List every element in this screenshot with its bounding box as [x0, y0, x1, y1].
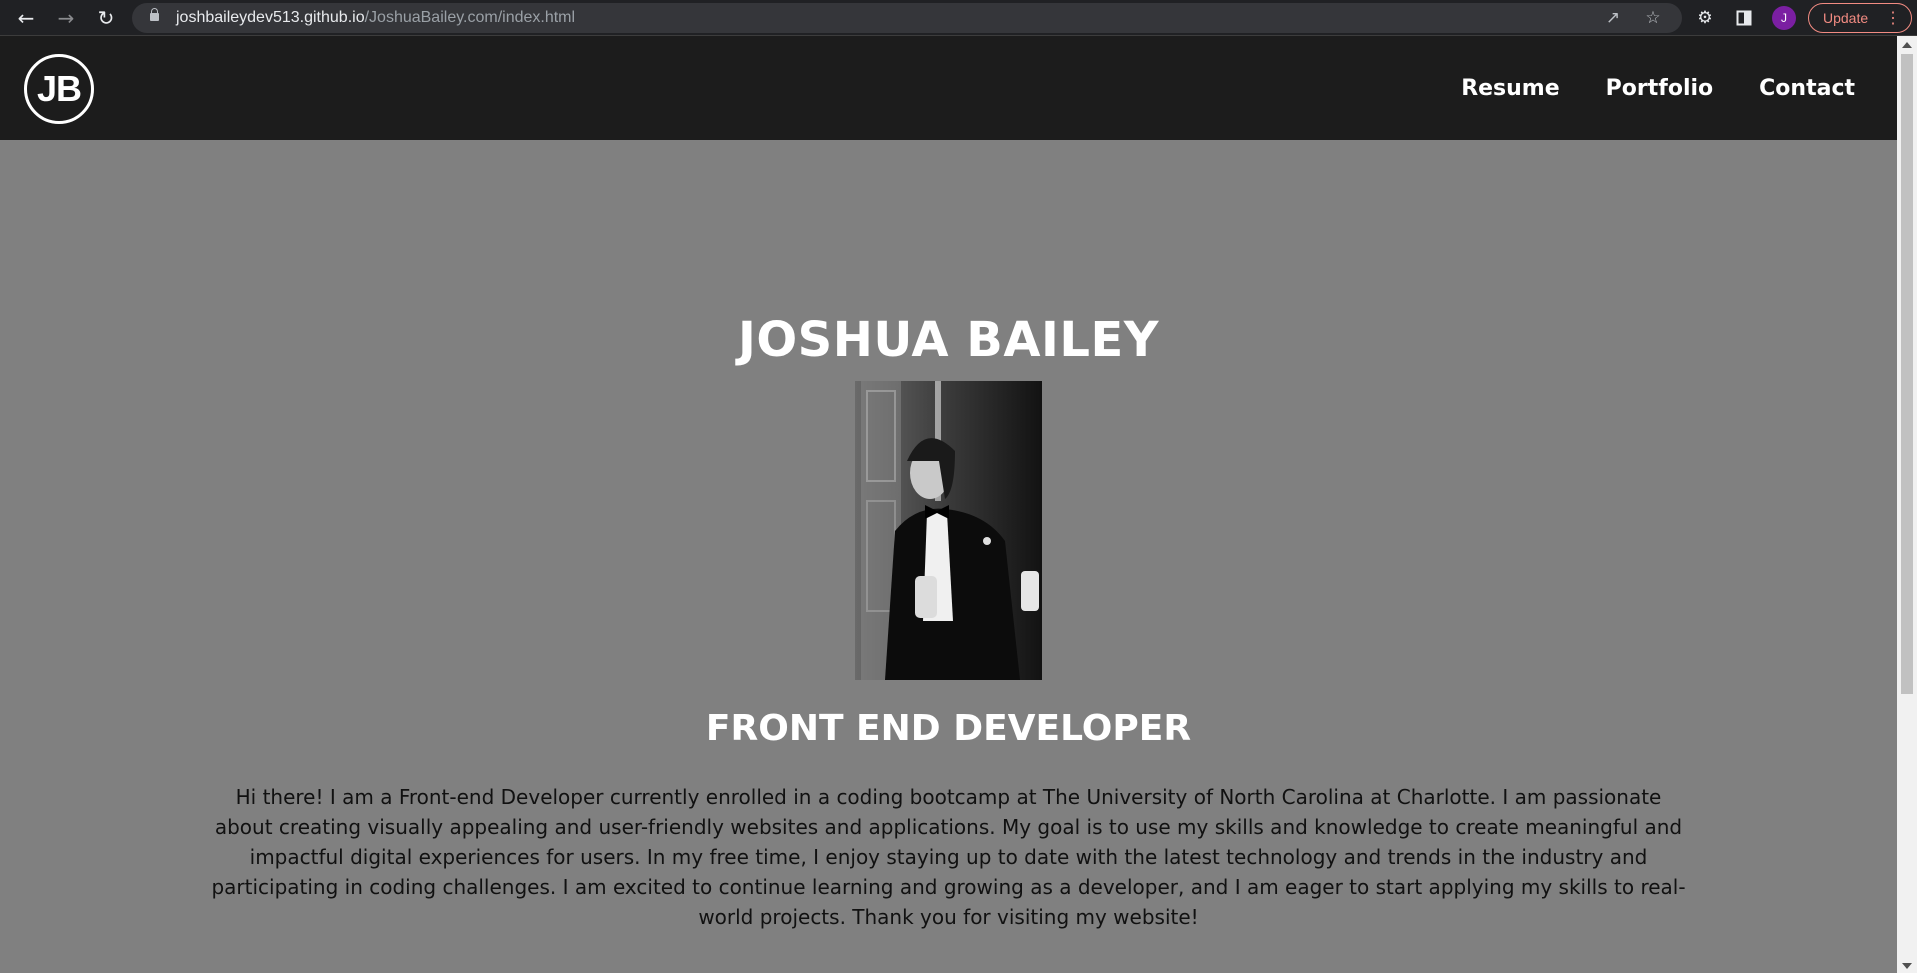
site-header: JB Resume Portfolio Contact: [0, 36, 1897, 140]
share-icon[interactable]: ↗: [1602, 7, 1624, 29]
scroll-down-arrow-icon[interactable]: [1902, 963, 1912, 969]
update-button-label: Update: [1823, 10, 1869, 26]
profile-photo: [855, 381, 1042, 680]
url-path: /JoshuaBailey.com/index.html: [364, 9, 576, 26]
page-scrollbar[interactable]: [1897, 36, 1917, 973]
profile-avatar[interactable]: J: [1772, 6, 1796, 30]
hero-section: JOSHUA BAILEY FRONT END DEVELOPER Hi the…: [0, 140, 1897, 973]
browser-toolbar: ← → ↻ joshbaileydev513.github.io/JoshuaB…: [0, 0, 1917, 36]
jb-logo[interactable]: JB: [24, 54, 94, 124]
reload-icon[interactable]: ↻: [92, 4, 120, 32]
site-nav: Resume Portfolio Contact: [1461, 76, 1855, 101]
address-bar[interactable]: joshbaileydev513.github.io/JoshuaBailey.…: [132, 3, 1682, 33]
update-button[interactable]: Update ⋮: [1808, 3, 1912, 33]
url-host: joshbaileydev513.github.io: [176, 9, 365, 26]
url-text: joshbaileydev513.github.io/JoshuaBailey.…: [176, 9, 575, 27]
scroll-up-arrow-icon[interactable]: [1902, 42, 1912, 48]
job-title: FRONT END DEVELOPER: [705, 708, 1192, 749]
bio-paragraph: Hi there! I am a Front-end Developer cur…: [211, 785, 1686, 929]
nav-resume-link[interactable]: Resume: [1461, 76, 1559, 101]
back-arrow-icon[interactable]: ←: [12, 4, 40, 32]
extensions-puzzle-icon[interactable]: ⚙: [1692, 5, 1718, 31]
forward-arrow-icon[interactable]: →: [52, 4, 80, 32]
more-vert-icon: ⋮: [1885, 10, 1901, 27]
nav-portfolio-link[interactable]: Portfolio: [1606, 76, 1714, 101]
side-panel-icon[interactable]: [1731, 5, 1757, 31]
scrollbar-thumb[interactable]: [1901, 54, 1913, 694]
page-title: JOSHUA BAILEY: [738, 312, 1159, 368]
bookmark-star-icon[interactable]: ☆: [1642, 7, 1664, 29]
lock-icon: [150, 8, 159, 21]
nav-contact-link[interactable]: Contact: [1759, 76, 1855, 101]
